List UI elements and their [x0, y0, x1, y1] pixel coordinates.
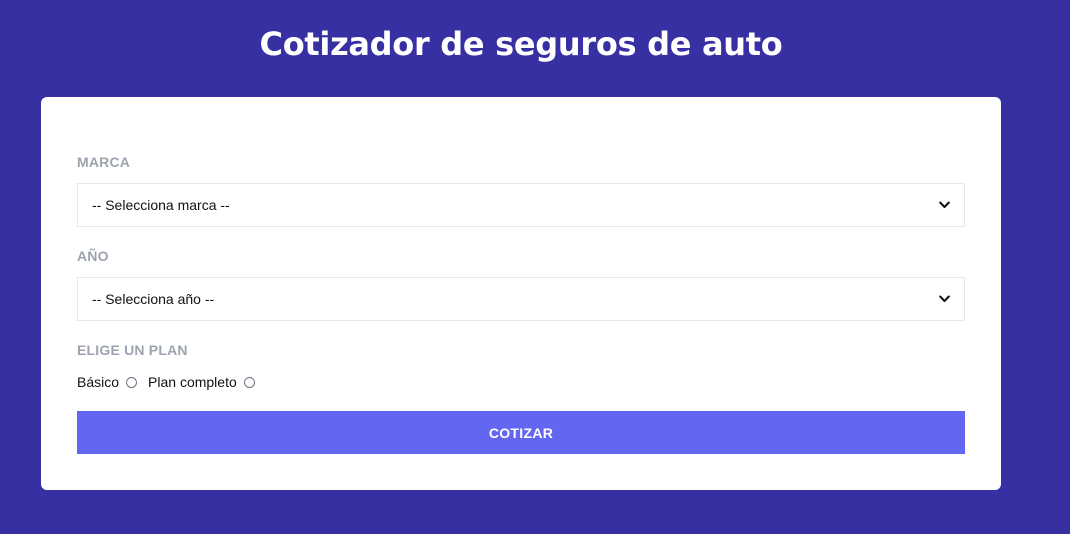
plan-complete-radio[interactable] [243, 376, 255, 388]
plan-basic-label: Básico [77, 374, 120, 390]
year-label: AÑO [77, 248, 109, 264]
year-select[interactable]: -- Selecciona año -- [77, 277, 965, 321]
quote-form-card: MARCA -- Selecciona marca -- AÑO -- Sele… [41, 97, 1001, 490]
page-title: Cotizador de seguros de auto [259, 25, 783, 63]
brand-select[interactable]: -- Selecciona marca -- [77, 183, 965, 227]
brand-select-value: -- Selecciona marca -- [92, 197, 230, 213]
year-select-value: -- Selecciona año -- [92, 291, 215, 307]
plan-basic-radio[interactable] [126, 376, 138, 388]
plan-complete-label: Plan completo [148, 374, 237, 390]
chevron-down-icon [938, 199, 950, 211]
quote-button[interactable]: COTIZAR [77, 411, 965, 454]
plan-label: ELIGE UN PLAN [77, 342, 188, 358]
brand-label: MARCA [77, 154, 131, 170]
chevron-down-icon [938, 293, 950, 305]
plan-radio-group: Básico Plan completo [77, 373, 266, 391]
